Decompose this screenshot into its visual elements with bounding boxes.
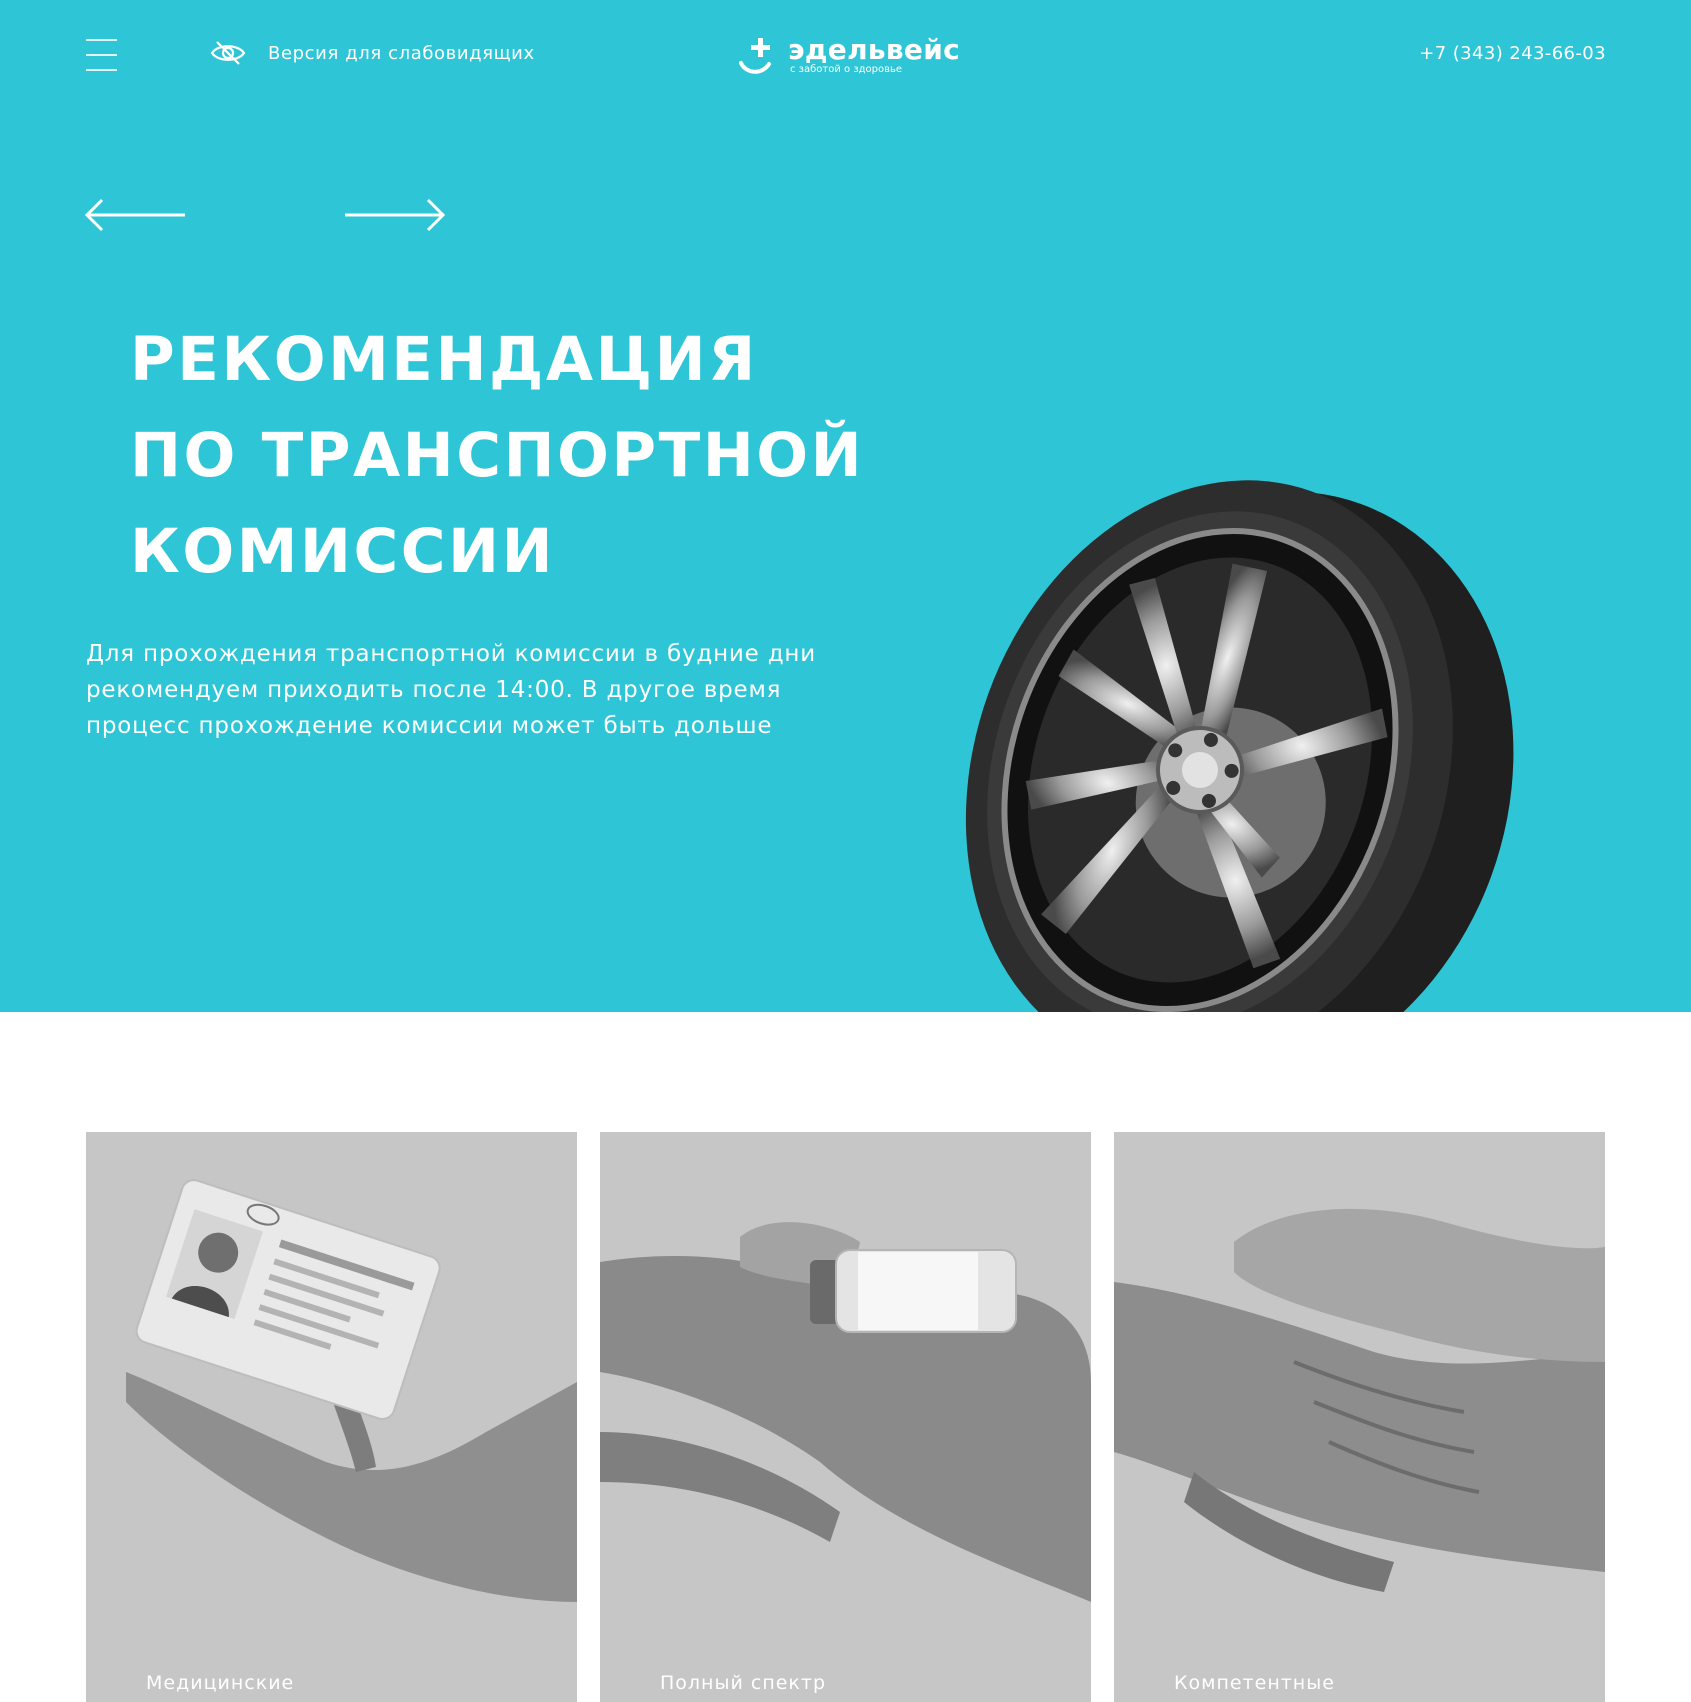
hamburger-menu-icon[interactable] (86, 39, 117, 71)
phone-link[interactable]: +7 (343) 243-66-03 (1419, 43, 1606, 64)
service-card[interactable]: Компетентные (1114, 1132, 1605, 1702)
logo[interactable]: эдельвейс с заботой о здоровье (738, 33, 963, 82)
hero-description-line: рекомендуем приходить после 14:00. В дру… (86, 677, 782, 703)
logo-mark-icon (739, 38, 771, 74)
arrow-left-icon[interactable] (85, 198, 187, 232)
hands-with-vial-image (600, 1222, 1091, 1602)
service-card[interactable]: Медицинские (86, 1132, 577, 1702)
hero-description: Для прохождения транспортной комиссии в … (86, 636, 916, 744)
hero-title-line: РЕКОМЕНДАЦИЯ (130, 324, 758, 395)
hero-section: Версия для слабовидящих эдельвейс с забо… (0, 0, 1691, 1012)
car-wheel-image (965, 480, 1514, 1012)
hero-title-line: ПО ТРАНСПОРТНОЙ (130, 420, 865, 491)
accessibility-label: Версия для слабовидящих (268, 42, 535, 64)
service-card[interactable]: Полный спектр (600, 1132, 1091, 1702)
logo-tagline: с заботой о здоровье (790, 64, 903, 75)
hero-description-line: Для прохождения транспортной комиссии в … (86, 641, 817, 667)
hero-description-line: процесс прохождение комиссии может быть … (86, 713, 773, 739)
hero-title: РЕКОМЕНДАЦИЯ ПО ТРАНСПОРТНОЙ КОМИССИИ (130, 312, 950, 600)
logo-name: эдельвейс (788, 33, 961, 66)
arrow-right-icon[interactable] (343, 198, 445, 232)
handshake-image (1114, 1208, 1605, 1592)
hand-with-license-image (126, 1179, 577, 1602)
accessibility-version-link[interactable]: Версия для слабовидящих (210, 38, 535, 68)
eye-crossed-icon (210, 41, 246, 65)
hero-title-line: КОМИССИИ (130, 516, 556, 587)
